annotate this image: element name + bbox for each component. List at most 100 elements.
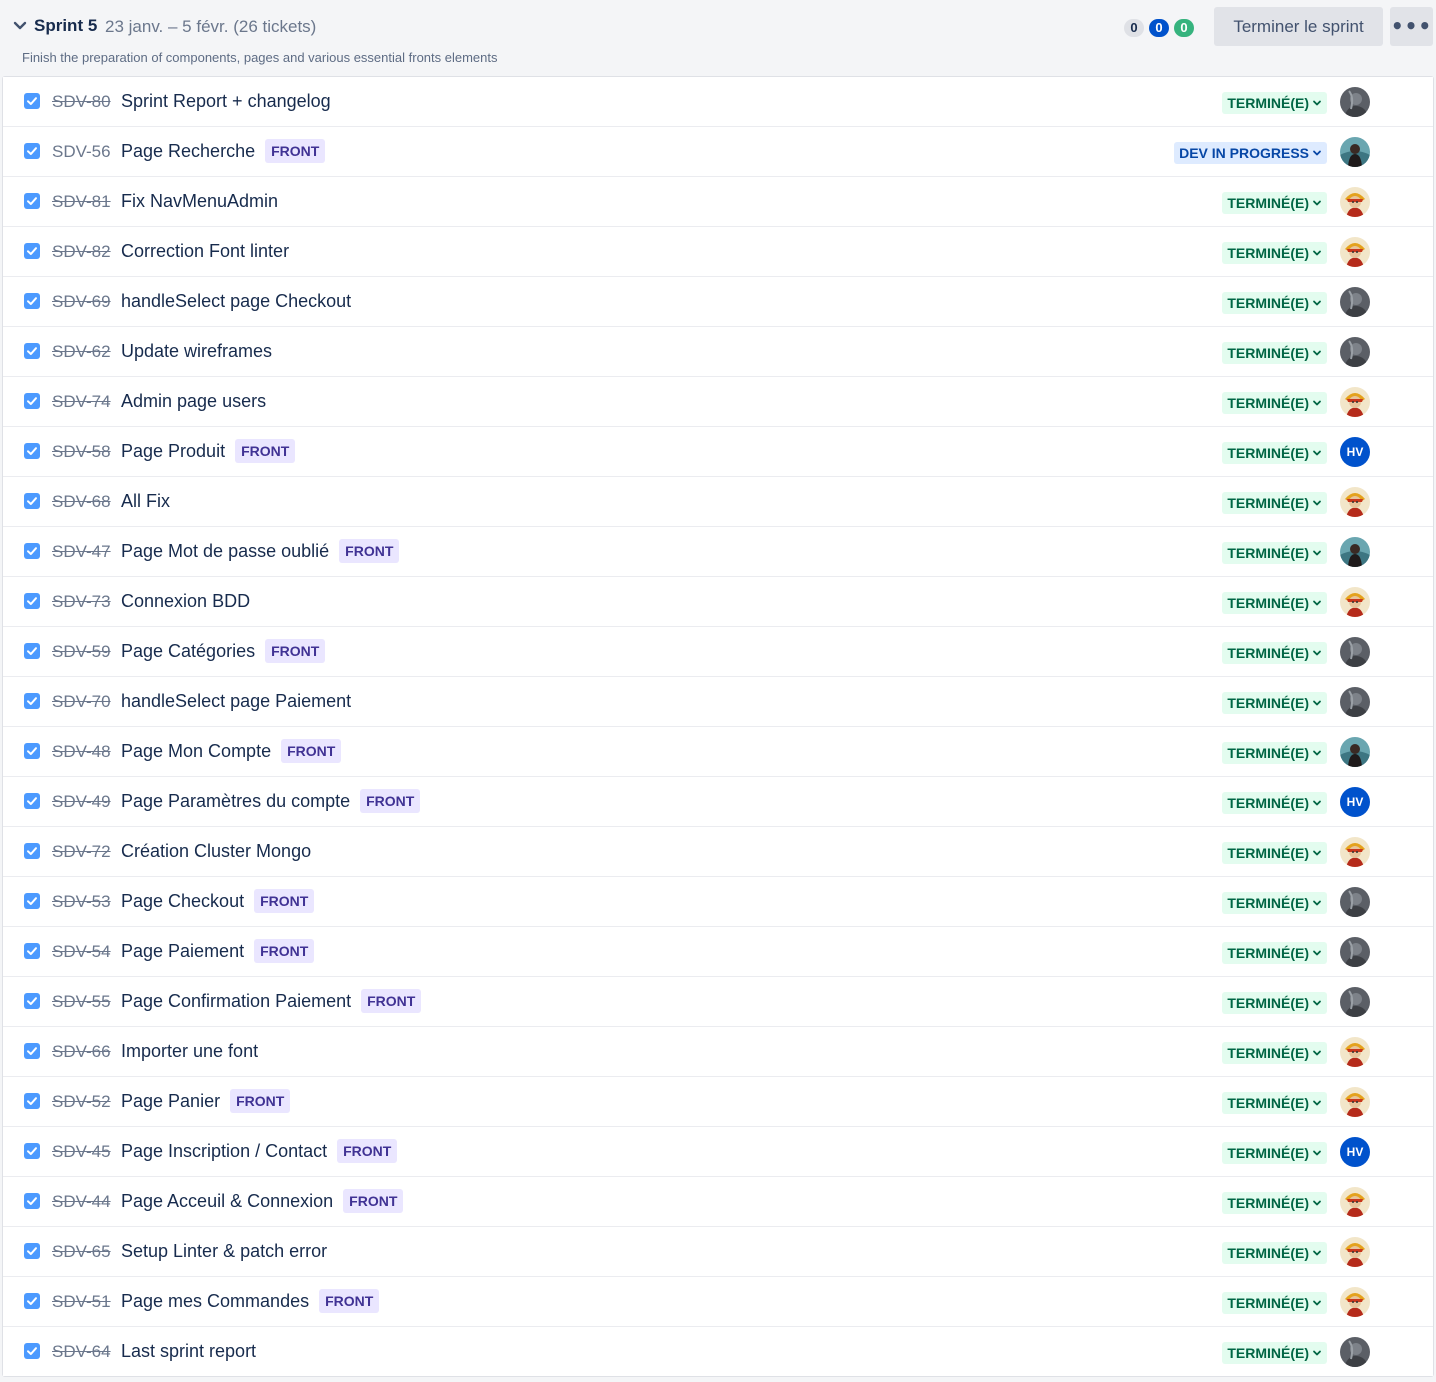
status-dropdown[interactable]: TERMINÉ(E): [1222, 1242, 1327, 1264]
epic-label[interactable]: FRONT: [254, 939, 315, 963]
issue-key[interactable]: SDV-56: [52, 142, 111, 162]
status-dropdown[interactable]: TERMINÉ(E): [1222, 642, 1327, 664]
epic-label[interactable]: FRONT: [339, 539, 400, 563]
assignee-avatar[interactable]: [1340, 637, 1370, 667]
status-dropdown[interactable]: TERMINÉ(E): [1222, 1042, 1327, 1064]
issue-row[interactable]: SDV-74 Admin page users TERMINÉ(E): [3, 377, 1433, 427]
assignee-avatar[interactable]: [1340, 237, 1370, 267]
status-dropdown[interactable]: TERMINÉ(E): [1222, 192, 1327, 214]
assignee-avatar[interactable]: HV: [1340, 787, 1370, 817]
issue-key[interactable]: SDV-52: [52, 1092, 111, 1112]
issue-key[interactable]: SDV-64: [52, 1342, 111, 1362]
issue-row[interactable]: SDV-48 Page Mon Compte FRONT TERMINÉ(E): [3, 727, 1433, 777]
assignee-avatar[interactable]: [1340, 1187, 1370, 1217]
issue-row[interactable]: SDV-59 Page Catégories FRONT TERMINÉ(E): [3, 627, 1433, 677]
epic-label[interactable]: FRONT: [361, 989, 422, 1013]
status-dropdown[interactable]: TERMINÉ(E): [1222, 1092, 1327, 1114]
issue-row[interactable]: SDV-52 Page Panier FRONT TERMINÉ(E): [3, 1077, 1433, 1127]
issue-row[interactable]: SDV-53 Page Checkout FRONT TERMINÉ(E): [3, 877, 1433, 927]
assignee-avatar[interactable]: HV: [1340, 437, 1370, 467]
epic-label[interactable]: FRONT: [337, 1139, 398, 1163]
issue-key[interactable]: SDV-53: [52, 892, 111, 912]
issue-key[interactable]: SDV-74: [52, 392, 111, 412]
assignee-avatar[interactable]: [1340, 537, 1370, 567]
issue-key[interactable]: SDV-48: [52, 742, 111, 762]
issue-key[interactable]: SDV-49: [52, 792, 111, 812]
issue-row[interactable]: SDV-81 Fix NavMenuAdmin TERMINÉ(E): [3, 177, 1433, 227]
status-dropdown[interactable]: TERMINÉ(E): [1222, 1192, 1327, 1214]
issue-row[interactable]: SDV-45 Page Inscription / Contact FRONT …: [3, 1127, 1433, 1177]
issue-row[interactable]: SDV-64 Last sprint report TERMINÉ(E): [3, 1327, 1433, 1376]
assignee-avatar[interactable]: HV: [1340, 1137, 1370, 1167]
assignee-avatar[interactable]: [1340, 937, 1370, 967]
status-dropdown[interactable]: TERMINÉ(E): [1222, 792, 1327, 814]
issue-key[interactable]: SDV-70: [52, 692, 111, 712]
issue-key[interactable]: SDV-62: [52, 342, 111, 362]
issue-row[interactable]: SDV-72 Création Cluster Mongo TERMINÉ(E): [3, 827, 1433, 877]
issue-key[interactable]: SDV-82: [52, 242, 111, 262]
assignee-avatar[interactable]: [1340, 1337, 1370, 1367]
status-dropdown[interactable]: DEV IN PROGRESS: [1174, 142, 1327, 164]
issue-key[interactable]: SDV-65: [52, 1242, 111, 1262]
epic-label[interactable]: FRONT: [319, 1289, 380, 1313]
status-dropdown[interactable]: TERMINÉ(E): [1222, 742, 1327, 764]
issue-row[interactable]: SDV-65 Setup Linter & patch error TERMIN…: [3, 1227, 1433, 1277]
assignee-avatar[interactable]: [1340, 987, 1370, 1017]
status-dropdown[interactable]: TERMINÉ(E): [1222, 492, 1327, 514]
issue-row[interactable]: SDV-47 Page Mot de passe oublié FRONT TE…: [3, 527, 1433, 577]
issue-row[interactable]: SDV-73 Connexion BDD TERMINÉ(E): [3, 577, 1433, 627]
issue-key[interactable]: SDV-59: [52, 642, 111, 662]
issue-row[interactable]: SDV-68 All Fix TERMINÉ(E): [3, 477, 1433, 527]
epic-label[interactable]: FRONT: [235, 439, 296, 463]
issue-row[interactable]: SDV-49 Page Paramètres du compte FRONT T…: [3, 777, 1433, 827]
issue-row[interactable]: SDV-82 Correction Font linter TERMINÉ(E): [3, 227, 1433, 277]
status-dropdown[interactable]: TERMINÉ(E): [1222, 892, 1327, 914]
status-dropdown[interactable]: TERMINÉ(E): [1222, 392, 1327, 414]
issue-key[interactable]: SDV-45: [52, 1142, 111, 1162]
issue-row[interactable]: SDV-58 Page Produit FRONT TERMINÉ(E) HV: [3, 427, 1433, 477]
chevron-down-icon[interactable]: [12, 18, 28, 34]
epic-label[interactable]: FRONT: [281, 739, 342, 763]
issue-row[interactable]: SDV-66 Importer une font TERMINÉ(E): [3, 1027, 1433, 1077]
status-dropdown[interactable]: TERMINÉ(E): [1222, 942, 1327, 964]
epic-label[interactable]: FRONT: [265, 639, 326, 663]
issue-key[interactable]: SDV-68: [52, 492, 111, 512]
status-dropdown[interactable]: TERMINÉ(E): [1222, 442, 1327, 464]
assignee-avatar[interactable]: [1340, 687, 1370, 717]
epic-label[interactable]: FRONT: [343, 1189, 404, 1213]
assignee-avatar[interactable]: [1340, 387, 1370, 417]
assignee-avatar[interactable]: [1340, 187, 1370, 217]
assignee-avatar[interactable]: [1340, 87, 1370, 117]
status-dropdown[interactable]: TERMINÉ(E): [1222, 92, 1327, 114]
status-dropdown[interactable]: TERMINÉ(E): [1222, 1292, 1327, 1314]
issue-key[interactable]: SDV-72: [52, 842, 111, 862]
issue-key[interactable]: SDV-69: [52, 292, 111, 312]
issue-key[interactable]: SDV-81: [52, 192, 111, 212]
assignee-avatar[interactable]: [1340, 1237, 1370, 1267]
status-dropdown[interactable]: TERMINÉ(E): [1222, 1342, 1327, 1364]
epic-label[interactable]: FRONT: [265, 139, 326, 163]
status-dropdown[interactable]: TERMINÉ(E): [1222, 542, 1327, 564]
issue-key[interactable]: SDV-58: [52, 442, 111, 462]
assignee-avatar[interactable]: [1340, 587, 1370, 617]
issue-key[interactable]: SDV-66: [52, 1042, 111, 1062]
status-dropdown[interactable]: TERMINÉ(E): [1222, 592, 1327, 614]
status-dropdown[interactable]: TERMINÉ(E): [1222, 292, 1327, 314]
issue-row[interactable]: SDV-51 Page mes Commandes FRONT TERMINÉ(…: [3, 1277, 1433, 1327]
issue-key[interactable]: SDV-47: [52, 542, 111, 562]
assignee-avatar[interactable]: [1340, 837, 1370, 867]
issue-key[interactable]: SDV-51: [52, 1292, 111, 1312]
status-dropdown[interactable]: TERMINÉ(E): [1222, 692, 1327, 714]
status-dropdown[interactable]: TERMINÉ(E): [1222, 1142, 1327, 1164]
assignee-avatar[interactable]: [1340, 337, 1370, 367]
issue-row[interactable]: SDV-62 Update wireframes TERMINÉ(E): [3, 327, 1433, 377]
status-dropdown[interactable]: TERMINÉ(E): [1222, 842, 1327, 864]
issue-row[interactable]: SDV-54 Page Paiement FRONT TERMINÉ(E): [3, 927, 1433, 977]
issue-row[interactable]: SDV-80 Sprint Report + changelog TERMINÉ…: [3, 77, 1433, 127]
issue-row[interactable]: SDV-44 Page Acceuil & Connexion FRONT TE…: [3, 1177, 1433, 1227]
status-dropdown[interactable]: TERMINÉ(E): [1222, 992, 1327, 1014]
issue-key[interactable]: SDV-44: [52, 1192, 111, 1212]
issue-row[interactable]: SDV-70 handleSelect page Paiement TERMIN…: [3, 677, 1433, 727]
status-dropdown[interactable]: TERMINÉ(E): [1222, 342, 1327, 364]
issue-row[interactable]: SDV-55 Page Confirmation Paiement FRONT …: [3, 977, 1433, 1027]
